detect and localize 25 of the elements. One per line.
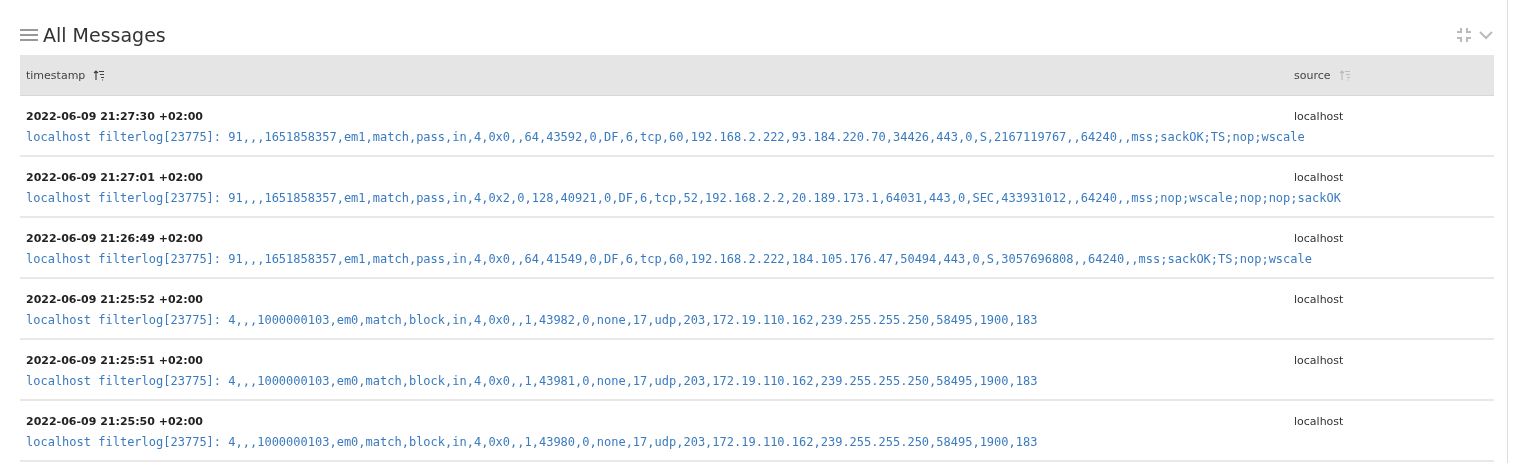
- log-message: localhost filterlog[23775]: 91,,,1651858357,em1,match,pass,in,4,0x2,0,128,40921,0,DF,6,tcp,52,192.168.2.2,20.189.173.1,64031,443,0,SEC,433931012,,64240,,mss;nop;wscale;nop;nop;sackOK: [26, 191, 1341, 205]
- timestamp: 2022-06-09 21:25:51 +02:00: [26, 354, 204, 369]
- timestamp: 2022-06-09 21:27:01 +02:00: [26, 171, 204, 186]
- source-cell-text: localhost: [1294, 110, 1345, 123]
- timestamp: 2022-06-09 21:25:52 +02:00: [26, 293, 204, 308]
- chevron-down-icon[interactable]: [1478, 29, 1494, 41]
- source-cell-text: localhost: [1294, 232, 1345, 245]
- timestamp: 2022-06-09 21:27:30 +02:00: [26, 110, 204, 125]
- log-message: localhost filterlog[23775]: 91,,,1651858357,em1,match,pass,in,4,0x0,,64,41549,0,DF,6,tcp,60,192.168.2.222,184.105.176.47,50494,443,0,S,3057696808,,64240,,mss;sackOK;TS;nop;wscale: [26, 252, 1312, 266]
- log-message: localhost filterlog[23775]: 4,,,1000000103,em0,match,block,in,4,0x0,,1,43982,0,none,17,udp,203,172.19.110.162,239.255.255.250,58495,1900,183: [26, 313, 1038, 327]
- collapse-icon[interactable]: [1455, 26, 1473, 44]
- source-cell-text: localhost: [1294, 293, 1345, 306]
- sort-icon[interactable]: [93, 69, 106, 81]
- menu-icon[interactable]: [20, 28, 38, 42]
- source-cell-text: localhost: [1294, 415, 1345, 428]
- source-cell-text: localhost: [1294, 171, 1345, 184]
- log-message: localhost filterlog[23775]: 91,,,1651858357,em1,match,pass,in,4,0x0,,64,43592,0,DF,6,tcp,60,192.168.2.222,93.184.220.70,34426,443,0,S,2167119767,,64240,,mss;sackOK;TS;nop;wscale: [26, 130, 1305, 144]
- timestamp: 2022-06-09 21:26:49 +02:00: [26, 232, 204, 247]
- timestamp: 2022-06-09 21:25:50 +02:00: [26, 415, 204, 430]
- column-header[interactable]: timestamp: [26, 68, 86, 82]
- column-header[interactable]: source: [1294, 68, 1331, 82]
- panel-title: All Messages: [43, 24, 166, 46]
- log-message: localhost filterlog[23775]: 4,,,1000000103,em0,match,block,in,4,0x0,,1,43981,0,none,17,udp,203,172.19.110.162,239.255.255.250,58495,1900,183: [26, 374, 1038, 388]
- source-cell-text: localhost: [1294, 354, 1345, 367]
- log-message: localhost filterlog[23775]: 4,,,1000000103,em0,match,block,in,4,0x0,,1,43980,0,none,17,udp,203,172.19.110.162,239.255.255.250,58495,1900,183: [26, 435, 1038, 449]
